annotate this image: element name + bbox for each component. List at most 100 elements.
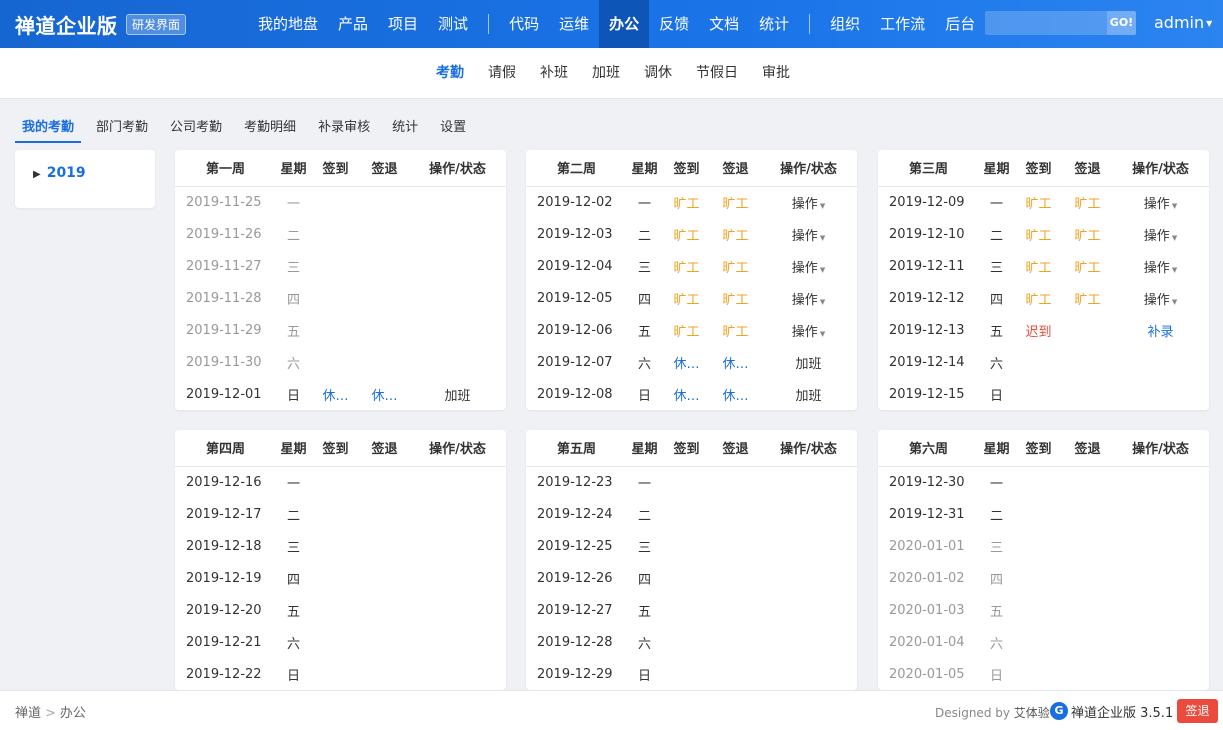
day-date: 2019-12-02	[537, 194, 613, 210]
sign-in-status	[1014, 498, 1063, 530]
sign-out-label[interactable]: 休…	[722, 357, 748, 372]
subnav-item[interactable]: 节假日	[684, 48, 750, 99]
action-label: 操作	[791, 260, 818, 276]
day-row: 2019-12-22 日	[175, 658, 506, 690]
tab[interactable]: 公司考勤	[163, 110, 229, 143]
sign-in-label[interactable]: 休…	[673, 357, 699, 372]
tab[interactable]: 考勤明细	[237, 110, 303, 143]
sign-out-status	[360, 218, 409, 250]
tab[interactable]: 设置	[433, 110, 473, 143]
nav-item[interactable]: 文档	[699, 0, 749, 48]
designed-by: Designed by 艾体验	[935, 704, 1050, 721]
sign-in-label: 旷工	[673, 292, 700, 308]
subnav-item[interactable]: 补班	[528, 48, 580, 99]
day-row: 2019-12-20 五	[175, 594, 506, 626]
action-header: 操作/状态	[760, 150, 857, 187]
week-card: 第三周 星期 签到 签退 操作/状态 2019-12-09 一旷工 旷工 操作 ▼ 2019-12-…	[878, 150, 1209, 410]
makeup-link[interactable]: 补录	[1147, 325, 1173, 340]
day-date: 2019-11-30	[186, 354, 262, 370]
action-header: 操作/状态	[1112, 430, 1209, 467]
sign-out-status: 旷工	[711, 314, 760, 346]
sign-out-status	[1063, 314, 1112, 346]
sign-out-label: 旷工	[1074, 260, 1101, 276]
nav-item[interactable]: 统计	[749, 0, 799, 48]
day-weekday: 一	[637, 196, 651, 212]
action-dropdown-button[interactable]: 操作 ▼	[792, 293, 825, 308]
day-date: 2019-12-29	[537, 666, 613, 682]
breadcrumb-current[interactable]: 办公	[60, 706, 86, 721]
day-row: 2019-12-23 一	[526, 466, 857, 498]
interface-badge[interactable]: 研发界面	[126, 14, 187, 35]
action-dropdown-button[interactable]: 操作 ▼	[1144, 229, 1177, 244]
day-weekday: 四	[637, 292, 651, 308]
nav-item[interactable]: 项目	[378, 0, 428, 48]
overtime-status: 加班	[795, 356, 822, 372]
day-date: 2019-12-18	[186, 538, 262, 554]
action-cell	[409, 658, 506, 690]
day-weekday: 六	[637, 636, 651, 652]
nav-item[interactable]: 产品	[328, 0, 378, 48]
nav-item[interactable]: 工作流	[870, 0, 935, 48]
action-cell: 加班	[409, 378, 506, 410]
day-date: 2019-12-30	[889, 474, 965, 490]
designer-link[interactable]: 艾体验	[1014, 706, 1050, 720]
user-menu[interactable]: admin ▼	[1154, 13, 1212, 32]
action-dropdown-button[interactable]: 操作 ▼	[792, 197, 825, 212]
tab[interactable]: 部门考勤	[89, 110, 155, 143]
sign-in-status: 旷工	[1014, 186, 1063, 218]
subnav-item[interactable]: 调休	[632, 48, 684, 99]
zentao-logo-icon: G	[1050, 702, 1068, 720]
action-label: 操作	[1143, 260, 1170, 276]
sign-out-status: 旷工	[711, 186, 760, 218]
nav-item[interactable]: 后台	[935, 0, 985, 48]
sign-in-header: 签到	[662, 430, 711, 467]
weekday-header: 星期	[979, 430, 1014, 467]
day-row: 2019-11-28 四	[175, 282, 506, 314]
search-input[interactable]	[985, 11, 1107, 35]
action-cell: 操作 ▼	[1112, 186, 1209, 218]
day-date: 2019-12-19	[186, 570, 262, 586]
subnav-item[interactable]: 考勤	[424, 48, 476, 99]
nav-divider	[809, 14, 811, 34]
search-go-button[interactable]: GO!	[1107, 11, 1136, 35]
day-date: 2019-12-27	[537, 602, 613, 618]
action-dropdown-button[interactable]: 操作 ▼	[792, 261, 825, 276]
action-dropdown-button[interactable]: 操作 ▼	[1144, 197, 1177, 212]
day-weekday: 五	[637, 604, 651, 620]
day-date: 2020-01-01	[889, 538, 965, 554]
action-dropdown-button[interactable]: 操作 ▼	[792, 229, 825, 244]
action-dropdown-button[interactable]: 操作 ▼	[1144, 261, 1177, 276]
sign-in-status	[311, 250, 360, 282]
nav-item[interactable]: 办公	[599, 0, 650, 48]
signout-button[interactable]: 签退	[1177, 699, 1218, 723]
nav-item[interactable]: 测试	[428, 0, 478, 48]
sign-in-label[interactable]: 休…	[322, 389, 348, 404]
subnav-item[interactable]: 请假	[476, 48, 528, 99]
nav-item[interactable]: 我的地盘	[248, 0, 328, 48]
brand-title[interactable]: 禅道企业版	[15, 10, 118, 39]
tab[interactable]: 我的考勤	[15, 110, 82, 143]
tab[interactable]: 统计	[385, 110, 425, 143]
day-date: 2019-12-08	[537, 386, 613, 402]
sign-in-label[interactable]: 休…	[673, 389, 699, 404]
product-version[interactable]: 禅道企业版 3.5.1	[1071, 702, 1173, 721]
day-weekday: 一	[286, 196, 300, 212]
day-date: 2019-12-10	[889, 226, 965, 242]
subnav-item[interactable]: 审批	[750, 48, 802, 99]
tab[interactable]: 补录审核	[311, 110, 377, 143]
sign-out-label[interactable]: 休…	[722, 389, 748, 404]
nav-item[interactable]: 反馈	[649, 0, 699, 48]
action-header: 操作/状态	[760, 430, 857, 467]
year-tree-item[interactable]: ▶ 2019	[33, 165, 86, 181]
sign-out-label: 旷工	[722, 196, 749, 212]
nav-item[interactable]: 运维	[549, 0, 599, 48]
action-cell	[760, 562, 857, 594]
action-dropdown-button[interactable]: 操作 ▼	[792, 325, 825, 340]
nav-item[interactable]: 代码	[499, 0, 549, 48]
sign-out-label[interactable]: 休…	[371, 389, 397, 404]
action-dropdown-button[interactable]: 操作 ▼	[1144, 293, 1177, 308]
subnav-item[interactable]: 加班	[580, 48, 632, 99]
action-cell	[409, 346, 506, 378]
nav-item[interactable]: 组织	[820, 0, 870, 48]
breadcrumb-home[interactable]: 禅道	[15, 706, 41, 721]
